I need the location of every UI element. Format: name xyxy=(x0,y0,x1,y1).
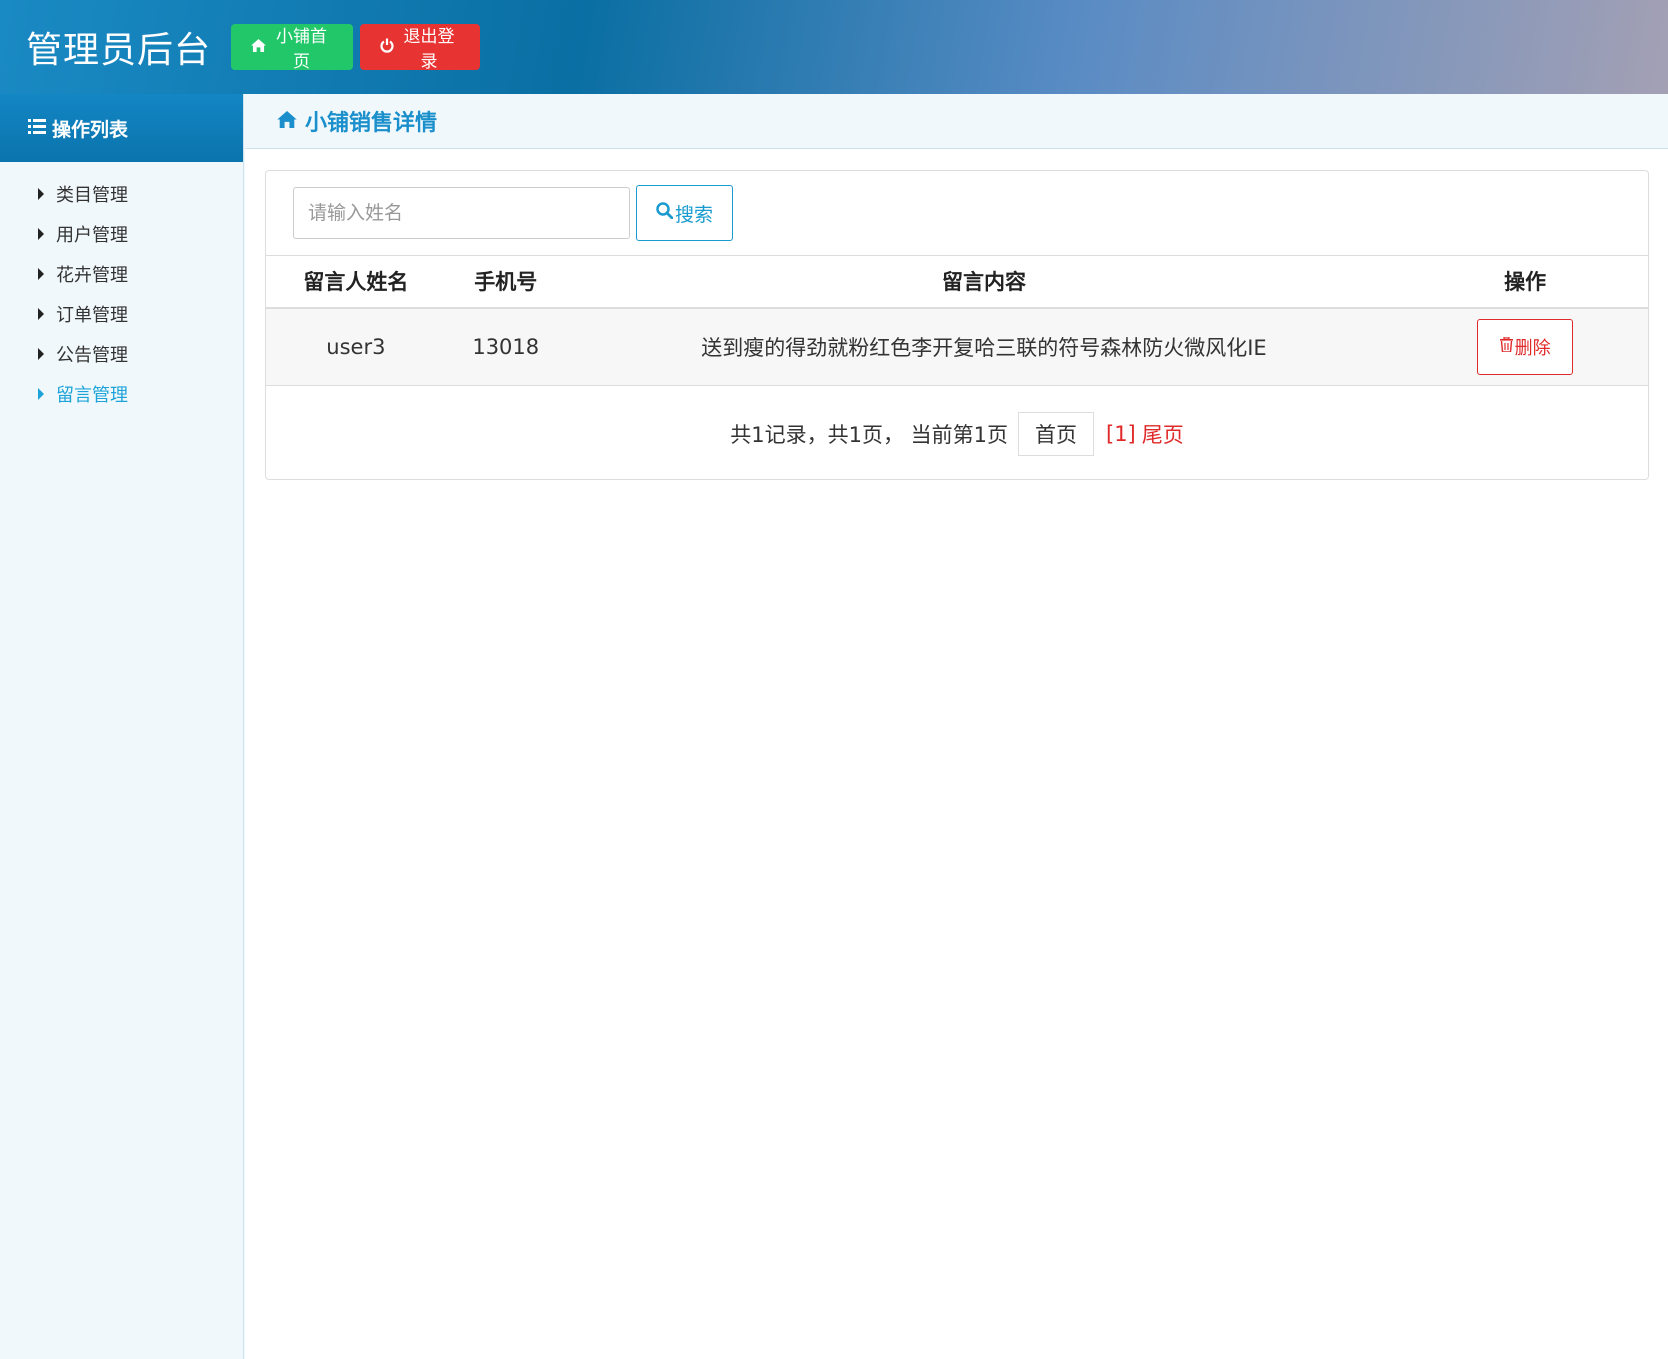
table-row: user3 13018 送到瘦的得劲就粉红色李开复哈三联的符号森林防火微风化IE… xyxy=(266,307,1648,386)
caret-right-icon xyxy=(38,268,44,280)
top-header: 管理员后台 小铺首页 退出登录 xyxy=(0,0,1668,94)
search-button-label: 搜索 xyxy=(674,204,713,226)
page-title: 小铺销售详情 xyxy=(305,111,438,136)
sidebar-menu: 类目管理 用户管理 花卉管理 订单管理 公告管理 留言管理 xyxy=(0,162,243,414)
pagination-summary: 共1记录，共1页， 当前第1页 xyxy=(730,423,1008,447)
main-content: 小铺销售详情 搜索 留言人姓名 手机号 留言内容 操作 xyxy=(245,94,1668,1359)
home-icon xyxy=(277,109,297,133)
name-search-input[interactable] xyxy=(293,187,630,239)
message-table: 留言人姓名 手机号 留言内容 操作 user3 13018 送到瘦的得劲就粉红色… xyxy=(266,255,1648,386)
table-header-row: 留言人姓名 手机号 留言内容 操作 xyxy=(266,255,1648,309)
sidebar-item-flowers[interactable]: 花卉管理 xyxy=(0,254,243,294)
current-page-indicator: [1] xyxy=(1106,422,1136,446)
cell-phone: 13018 xyxy=(445,307,566,386)
sidebar-item-label: 类目管理 xyxy=(56,185,128,206)
pagination: 共1记录，共1页， 当前第1页 首页 [1] 尾页 xyxy=(266,386,1648,482)
shop-home-label: 小铺首页 xyxy=(276,27,328,71)
col-header-phone: 手机号 xyxy=(445,255,566,309)
page-header: 小铺销售详情 xyxy=(245,94,1668,149)
logout-button[interactable]: 退出登录 xyxy=(360,24,481,71)
caret-right-icon xyxy=(38,228,44,240)
col-header-name: 留言人姓名 xyxy=(266,255,446,309)
search-bar: 搜索 xyxy=(266,171,1648,255)
sidebar-item-label: 留言管理 xyxy=(56,385,128,406)
first-page-link[interactable]: 首页 xyxy=(1018,412,1094,456)
sidebar: 操作列表 类目管理 用户管理 花卉管理 订单管理 公告管理 留言管理 xyxy=(0,94,244,1359)
sidebar-item-label: 公告管理 xyxy=(56,345,128,366)
list-icon xyxy=(28,118,46,139)
col-header-action: 操作 xyxy=(1402,255,1648,309)
logout-label: 退出登录 xyxy=(403,27,455,71)
cell-name: user3 xyxy=(266,307,446,386)
search-icon xyxy=(656,201,674,225)
caret-right-icon xyxy=(38,388,44,400)
sidebar-title: 操作列表 xyxy=(52,118,129,141)
message-panel: 搜索 留言人姓名 手机号 留言内容 操作 user3 13018 送到瘦的得劲就… xyxy=(265,170,1649,480)
sidebar-header: 操作列表 xyxy=(0,94,243,162)
app-title: 管理员后台 xyxy=(26,30,212,71)
caret-right-icon xyxy=(38,308,44,320)
sidebar-item-users[interactable]: 用户管理 xyxy=(0,214,243,254)
shop-home-button[interactable]: 小铺首页 xyxy=(231,24,354,71)
sidebar-item-messages[interactable]: 留言管理 xyxy=(0,374,243,414)
home-icon xyxy=(251,38,266,56)
cell-action: 删除 xyxy=(1402,307,1648,386)
last-page-link[interactable]: 尾页 xyxy=(1142,419,1184,449)
sidebar-item-label: 订单管理 xyxy=(56,305,128,326)
sidebar-item-label: 用户管理 xyxy=(56,225,128,246)
cell-content: 送到瘦的得劲就粉红色李开复哈三联的符号森林防火微风化IE xyxy=(565,307,1403,386)
caret-right-icon xyxy=(38,188,44,200)
search-button[interactable]: 搜索 xyxy=(636,185,733,241)
sidebar-item-category[interactable]: 类目管理 xyxy=(0,174,243,214)
caret-right-icon xyxy=(38,348,44,360)
col-header-content: 留言内容 xyxy=(565,255,1403,309)
delete-button[interactable]: 删除 xyxy=(1477,318,1574,375)
sidebar-item-notices[interactable]: 公告管理 xyxy=(0,334,243,374)
sidebar-item-orders[interactable]: 订单管理 xyxy=(0,294,243,334)
delete-button-label: 删除 xyxy=(1514,337,1551,358)
trash-icon xyxy=(1499,336,1513,357)
power-icon xyxy=(380,38,394,57)
sidebar-item-label: 花卉管理 xyxy=(56,265,128,286)
